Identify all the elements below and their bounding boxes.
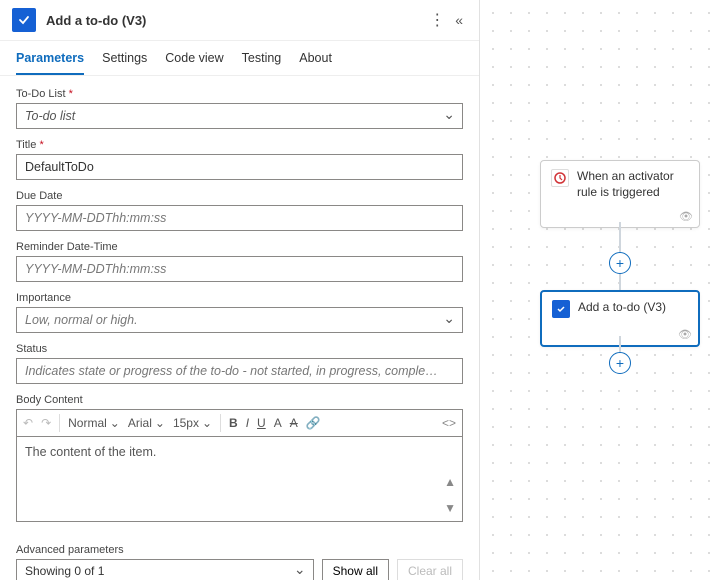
activator-icon	[551, 169, 569, 187]
format-style-dropdown[interactable]: Normal ⌄	[68, 416, 120, 430]
rich-text-toolbar: ↶ ↷ Normal ⌄ Arial ⌄ 15px ⌄ B I U A A 🔗 …	[16, 409, 463, 436]
code-view-toggle-icon[interactable]: <>	[442, 416, 456, 430]
advanced-params-select[interactable]: Showing 0 of 1	[16, 559, 314, 580]
connector-line	[619, 336, 621, 352]
tab-parameters[interactable]: Parameters	[16, 51, 84, 75]
body-content-label: Body Content	[16, 394, 463, 406]
add-step-button[interactable]: +	[609, 252, 631, 274]
status-select[interactable]: Indicates state or progress of the to-do…	[16, 358, 463, 384]
collapse-panel-icon[interactable]: «	[451, 12, 467, 28]
visibility-icon[interactable]: 👁	[678, 328, 692, 341]
action-node-title: Add a to-do (V3)	[578, 300, 666, 316]
trigger-node[interactable]: When an activator rule is triggered 👁	[540, 160, 700, 228]
bold-icon[interactable]: B	[229, 416, 238, 430]
trigger-node-title: When an activator rule is triggered	[577, 169, 689, 200]
italic-icon[interactable]: I	[246, 416, 249, 430]
tab-about[interactable]: About	[299, 51, 332, 75]
undo-icon[interactable]: ↶	[23, 416, 33, 430]
tab-code-view[interactable]: Code view	[165, 51, 223, 75]
panel-header: Add a to-do (V3) ⋮ «	[0, 0, 479, 41]
visibility-icon[interactable]: 👁	[679, 210, 693, 223]
font-color-icon[interactable]: A	[274, 416, 282, 430]
redo-icon[interactable]: ↷	[41, 416, 51, 430]
todo-list-select[interactable]: To-do list	[16, 103, 463, 129]
parameters-form: To-Do List * To-do list Title * Due Date…	[0, 76, 479, 580]
todo-connector-icon	[12, 8, 36, 32]
add-step-button[interactable]: +	[609, 352, 631, 374]
scroll-up-icon[interactable]: ▲	[444, 475, 456, 489]
due-date-label: Due Date	[16, 190, 463, 202]
show-all-button[interactable]: Show all	[322, 559, 389, 580]
title-input[interactable]	[16, 154, 463, 180]
scroll-down-icon[interactable]: ▼	[444, 501, 456, 515]
connector-line	[619, 274, 621, 290]
reminder-input[interactable]	[16, 256, 463, 282]
due-date-input[interactable]	[16, 205, 463, 231]
font-size-dropdown[interactable]: 15px ⌄	[173, 416, 212, 430]
underline-icon[interactable]: U	[257, 416, 266, 430]
flow-canvas[interactable]: When an activator rule is triggered 👁 + …	[480, 0, 715, 580]
todo-list-label: To-Do List *	[16, 88, 463, 100]
connector-line	[619, 222, 621, 252]
importance-label: Importance	[16, 292, 463, 304]
tab-bar: Parameters Settings Code view Testing Ab…	[0, 41, 479, 76]
font-family-dropdown[interactable]: Arial ⌄	[128, 416, 165, 430]
todo-action-icon	[552, 300, 570, 318]
importance-select[interactable]: Low, normal or high.	[16, 307, 463, 333]
tab-testing[interactable]: Testing	[242, 51, 282, 75]
link-icon[interactable]: 🔗	[306, 416, 321, 430]
reminder-label: Reminder Date-Time	[16, 241, 463, 253]
status-label: Status	[16, 343, 463, 355]
clear-format-icon[interactable]: A	[290, 416, 298, 430]
config-panel: Add a to-do (V3) ⋮ « Parameters Settings…	[0, 0, 480, 580]
more-menu-icon[interactable]: ⋮	[423, 10, 451, 30]
tab-settings[interactable]: Settings	[102, 51, 147, 75]
title-label: Title *	[16, 139, 463, 151]
advanced-params-label: Advanced parameters	[16, 544, 463, 556]
clear-all-button: Clear all	[397, 559, 463, 580]
panel-title: Add a to-do (V3)	[46, 13, 423, 28]
body-content-editor[interactable]: The content of the item. ▲ ▼	[16, 436, 463, 522]
